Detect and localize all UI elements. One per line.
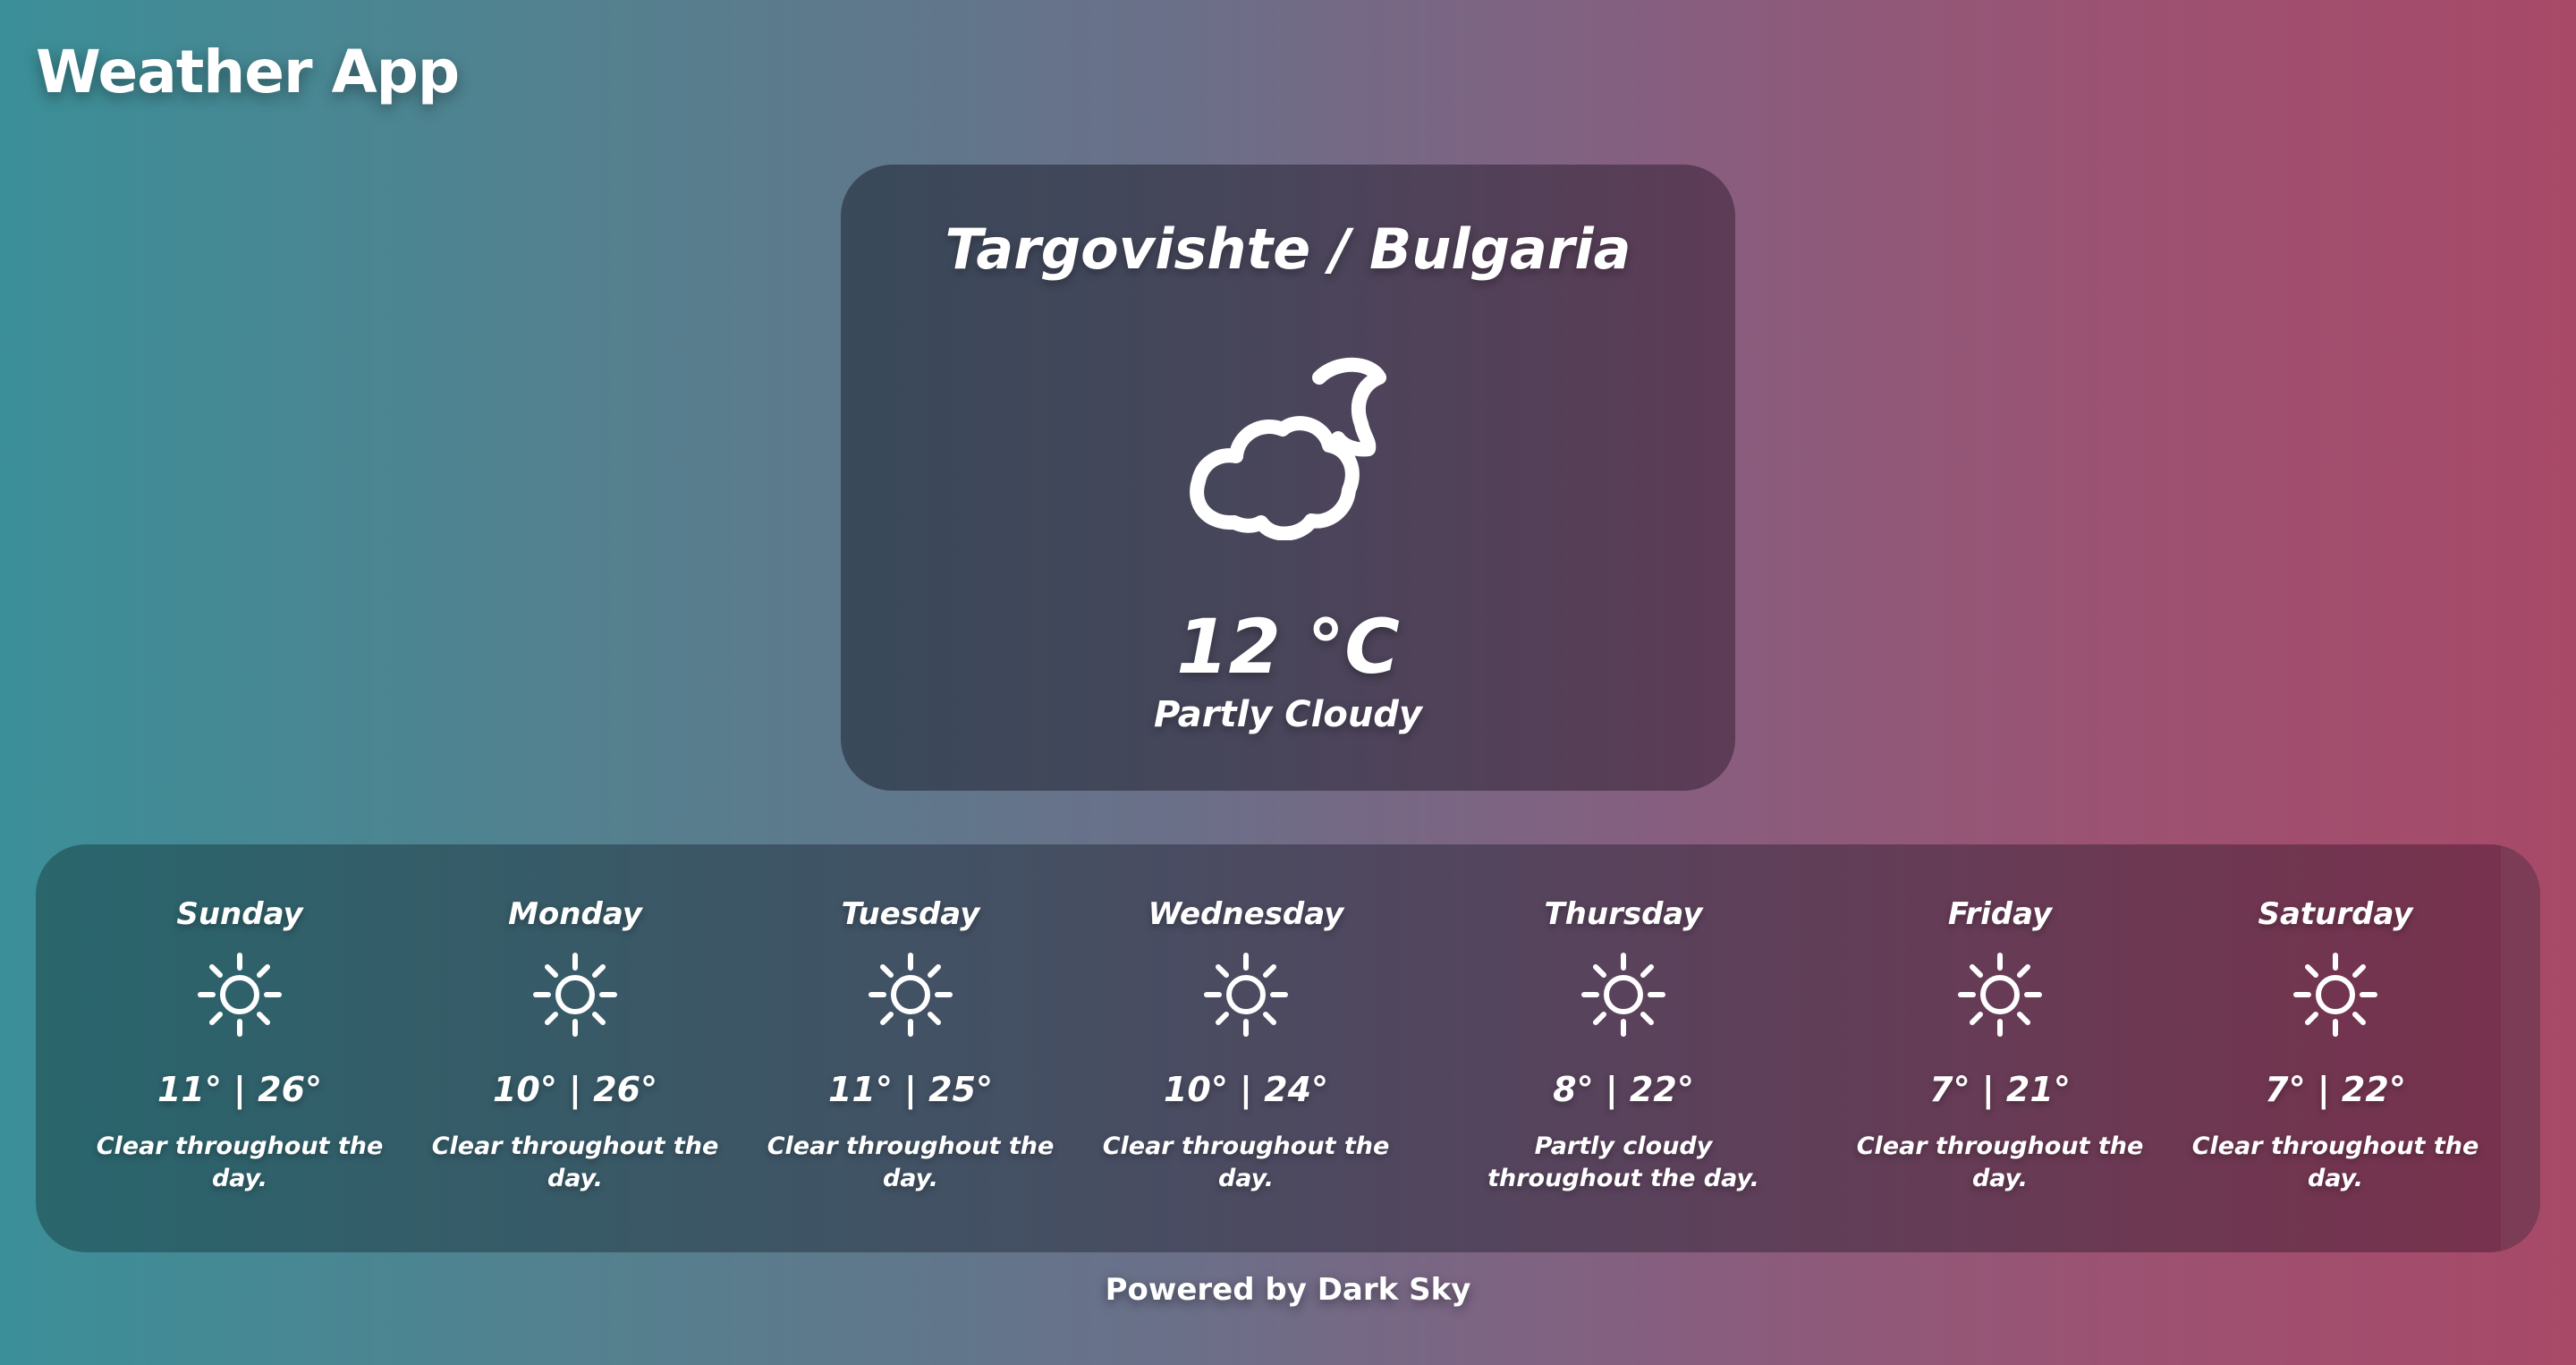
day-summary: Clear throughout the day. xyxy=(1102,1132,1390,1192)
day-summary: Clear throughout the day. xyxy=(431,1132,719,1192)
current-weather-card: Targovishte / Bulgaria 12 °C Partly Clou… xyxy=(841,165,1735,791)
day-temperature-range: 8° | 22° xyxy=(1553,1070,1694,1109)
day-summary: Clear throughout the day. xyxy=(767,1132,1055,1192)
sun-icon xyxy=(869,953,953,1037)
location-title: Targovishte / Bulgaria xyxy=(945,216,1631,282)
day-name: Wednesday xyxy=(1148,896,1344,932)
day-temperature-range: 10° | 24° xyxy=(1163,1070,1329,1109)
day-summary: Clear throughout the day. xyxy=(96,1132,384,1192)
powered-by-link[interactable]: Powered by Dark Sky xyxy=(0,1272,2576,1308)
day-name: Friday xyxy=(1947,896,2053,932)
day-temperature-range: 11° | 25° xyxy=(827,1070,994,1109)
sun-icon xyxy=(1958,953,2042,1037)
day-temperature-range: 11° | 26° xyxy=(157,1070,323,1109)
sun-icon xyxy=(1204,953,1288,1037)
day-temperature-range: 10° | 26° xyxy=(492,1070,658,1109)
day-name: Monday xyxy=(508,896,642,932)
day-name: Saturday xyxy=(2258,896,2413,932)
day-name: Thursday xyxy=(1544,896,1703,932)
day-summary: Partly cloudy throughout the day. xyxy=(1487,1132,1759,1192)
forecast-panel: Sunday 11° | 26° Clear throughout the da… xyxy=(36,844,2540,1252)
day-temperature-range: 7° | 21° xyxy=(1929,1070,2071,1109)
day-summary: Clear throughout the day. xyxy=(1856,1132,2144,1192)
sun-icon xyxy=(1581,953,1665,1037)
partly-cloudy-night-icon xyxy=(1190,357,1386,540)
day-temperature-range: 7° | 22° xyxy=(2265,1070,2406,1109)
day-summary: Clear throughout the day. xyxy=(2191,1132,2479,1192)
day-name: Tuesday xyxy=(841,896,980,932)
sun-icon xyxy=(198,953,282,1037)
sun-icon xyxy=(2293,953,2377,1037)
current-summary: Partly Cloudy xyxy=(1153,694,1423,735)
sun-icon xyxy=(533,953,617,1037)
day-name: Sunday xyxy=(176,896,303,932)
app-title: Weather App xyxy=(36,38,460,106)
current-temperature: 12 °C xyxy=(1176,603,1400,691)
